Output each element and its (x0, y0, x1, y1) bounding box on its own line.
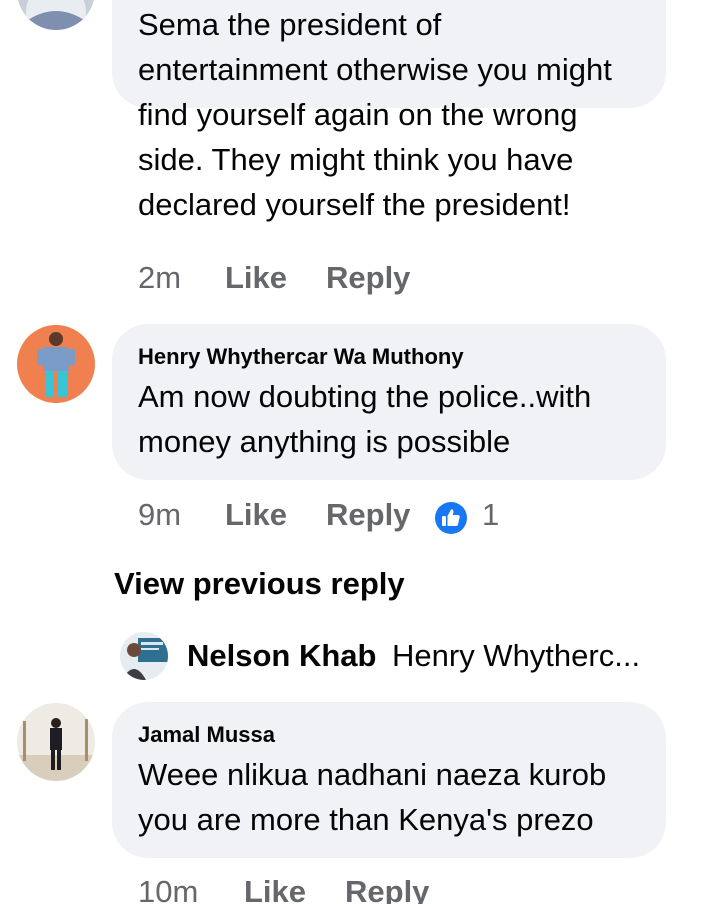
reply-button[interactable]: Reply (326, 260, 410, 296)
reply-button[interactable]: Reply (326, 497, 410, 533)
comment-text: Weee nlikua nadhani naeza kurob you are … (138, 752, 606, 842)
comment-author[interactable]: Henry Whythercar Wa Muthony (138, 344, 464, 370)
comment-meta: 2m Like Reply (138, 260, 538, 300)
comment-text-line: side. They might think you have (138, 142, 574, 177)
comment-text-line: Sema the president of (138, 7, 442, 42)
reaction-count[interactable]: 1 (482, 497, 499, 533)
comment-text-line: entertainment otherwise you might (138, 52, 612, 87)
comment-text-line: Am now doubting the police..with (138, 379, 592, 414)
reply-button[interactable]: Reply (345, 874, 429, 904)
comment-timestamp: 10m (138, 874, 199, 904)
comment-meta: 10m Like Reply (138, 874, 538, 904)
comment-text-line: money anything is possible (138, 424, 511, 459)
nested-reply-author[interactable]: Nelson Khab (187, 638, 376, 674)
thumbs-up-icon[interactable] (434, 501, 468, 535)
comment-text: Sema the president of entertainment othe… (138, 2, 612, 227)
like-button[interactable]: Like (225, 497, 287, 533)
comments-thread: Sema the president of entertainment othe… (0, 0, 720, 904)
avatar[interactable] (17, 0, 95, 30)
comment-text-line: find yourself again on the wrong (138, 97, 578, 132)
nested-reply[interactable]: Nelson Khab Henry Whytherc... (120, 632, 680, 682)
avatar[interactable] (17, 325, 95, 403)
comment-meta: 9m Like Reply (138, 497, 538, 537)
like-button[interactable]: Like (225, 260, 287, 296)
comment-text-line: you are more than Kenya's prezo (138, 802, 594, 837)
nested-reply-preview: Henry Whytherc... (392, 638, 641, 673)
avatar[interactable] (17, 703, 95, 781)
view-previous-reply-link[interactable]: View previous reply (114, 566, 405, 602)
avatar[interactable] (120, 632, 168, 680)
comment-text-line: declared yourself the president! (138, 187, 571, 222)
comment-timestamp: 2m (138, 260, 182, 295)
comment-timestamp: 9m (138, 497, 182, 532)
comment-text-line: Weee nlikua nadhani naeza kurob (138, 757, 607, 792)
comment-author[interactable]: Jamal Mussa (138, 722, 275, 748)
comment-text: Am now doubting the police..with money a… (138, 374, 591, 464)
like-button[interactable]: Like (244, 874, 306, 904)
